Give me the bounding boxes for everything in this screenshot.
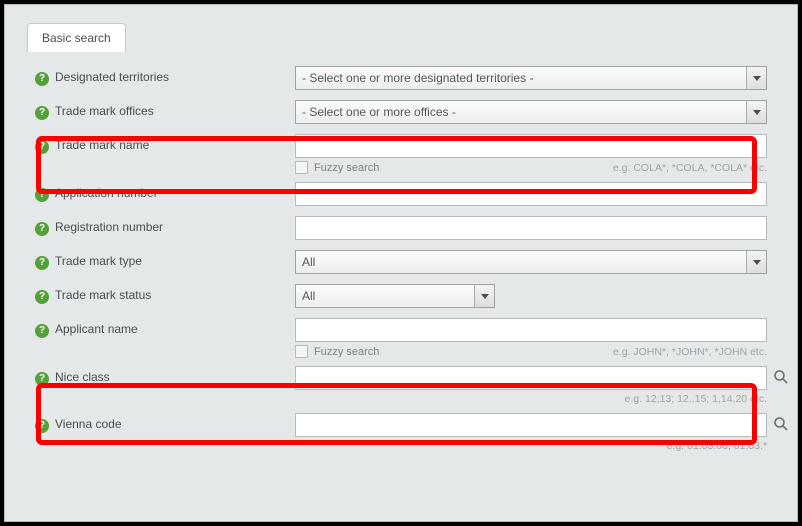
label-application-number: Application number [55,182,295,200]
label-nice-class: Nice class [55,366,295,384]
select-designated-territories[interactable]: - Select one or more designated territor… [295,66,767,90]
help-icon[interactable]: ? [35,188,49,202]
input-registration-number[interactable] [295,216,767,240]
chevron-down-icon [746,67,766,89]
select-trade-mark-type[interactable]: All [295,250,767,274]
example-text: e.g. JOHN*, *JOHN*, *JOHN etc. [613,346,767,358]
input-application-number[interactable] [295,182,767,206]
label-trade-mark-name: Trade mark name [55,134,295,152]
help-icon[interactable]: ? [35,372,49,386]
chevron-down-icon [746,251,766,273]
help-icon[interactable]: ? [35,290,49,304]
row-applicant-name: ? Applicant name Fuzzy search e.g. JOHN*… [35,318,767,358]
example-text: e.g. 01.03.06, 01.03.* [667,440,767,452]
label-trade-mark-status: Trade mark status [55,284,295,302]
row-registration-number: ? Registration number [35,216,767,242]
chevron-down-icon [746,101,766,123]
tab-basic-search[interactable]: Basic search [27,23,126,52]
search-icon[interactable] [773,369,789,385]
help-icon[interactable]: ? [35,256,49,270]
select-value: All [302,289,315,303]
help-icon[interactable]: ? [35,72,49,86]
checkbox-fuzzy-search-applicant[interactable] [295,345,308,358]
label-registration-number: Registration number [55,216,295,234]
row-designated-territories: ? Designated territories - Select one or… [35,66,767,92]
label-applicant-name: Applicant name [55,318,295,336]
select-trade-mark-status[interactable]: All [295,284,495,308]
label-trade-mark-offices: Trade mark offices [55,100,295,118]
input-vienna-code[interactable] [295,413,767,437]
row-application-number: ? Application number [35,182,767,208]
row-trade-mark-status: ? Trade mark status All [35,284,767,310]
label-vienna-code: Vienna code [55,413,295,431]
fuzzy-search-label: Fuzzy search [314,162,379,174]
help-icon[interactable]: ? [35,419,49,433]
input-nice-class[interactable] [295,366,767,390]
search-icon[interactable] [773,416,789,432]
help-icon[interactable]: ? [35,222,49,236]
row-trade-mark-type: ? Trade mark type All [35,250,767,276]
row-trade-mark-name: ? Trade mark name Fuzzy search e.g. COLA… [35,134,767,174]
select-value: All [302,255,315,269]
select-value: - Select one or more offices - [302,105,456,119]
chevron-down-icon [474,285,494,307]
input-applicant-name[interactable] [295,318,767,342]
checkbox-fuzzy-search-tmname[interactable] [295,161,308,174]
example-text: e.g. 12,13; 12..15; 1,14,20 etc. [625,393,767,405]
fuzzy-search-label: Fuzzy search [314,346,379,358]
help-icon[interactable]: ? [35,106,49,120]
help-icon[interactable]: ? [35,324,49,338]
row-trade-mark-offices: ? Trade mark offices - Select one or mor… [35,100,767,126]
row-nice-class: ? Nice class e.g. 12,13; 12..15; 1,14,20… [35,366,767,405]
help-icon[interactable]: ? [35,140,49,154]
select-value: - Select one or more designated territor… [302,71,533,85]
label-trade-mark-type: Trade mark type [55,250,295,268]
row-vienna-code: ? Vienna code e.g. 01.03.06, 01.03.* [35,413,767,452]
example-text: e.g. COLA*, *COLA, *COLA* etc. [613,162,767,174]
select-trade-mark-offices[interactable]: - Select one or more offices - [295,100,767,124]
input-trade-mark-name[interactable] [295,134,767,158]
label-designated-territories: Designated territories [55,66,295,84]
